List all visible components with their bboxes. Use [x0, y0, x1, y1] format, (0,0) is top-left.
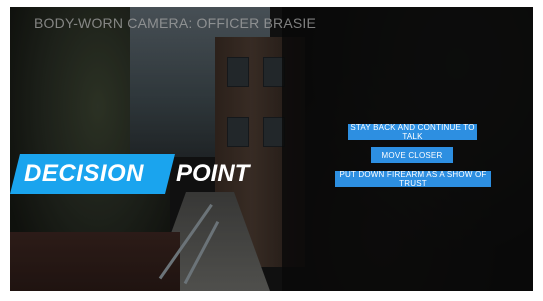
choice-stay-back-button[interactable]: STAY BACK AND CONTINUE TO TALK	[348, 123, 477, 141]
page-frame: BODY-WORN CAMERA: OFFICER BRASIE DECISIO…	[0, 0, 543, 301]
choice-put-down-firearm-button[interactable]: PUT DOWN FIREARM AS A SHOW OF TRUST	[335, 170, 491, 188]
point-word: POINT	[176, 160, 250, 187]
choice-move-closer-button[interactable]: MOVE CLOSER	[371, 147, 453, 163]
decision-word: DECISION	[24, 160, 145, 187]
video-player: BODY-WORN CAMERA: OFFICER BRASIE DECISIO…	[10, 7, 533, 291]
scene-vignette	[10, 7, 533, 291]
overlay-caption	[350, 12, 520, 34]
video-title: BODY-WORN CAMERA: OFFICER BRASIE	[34, 15, 317, 31]
